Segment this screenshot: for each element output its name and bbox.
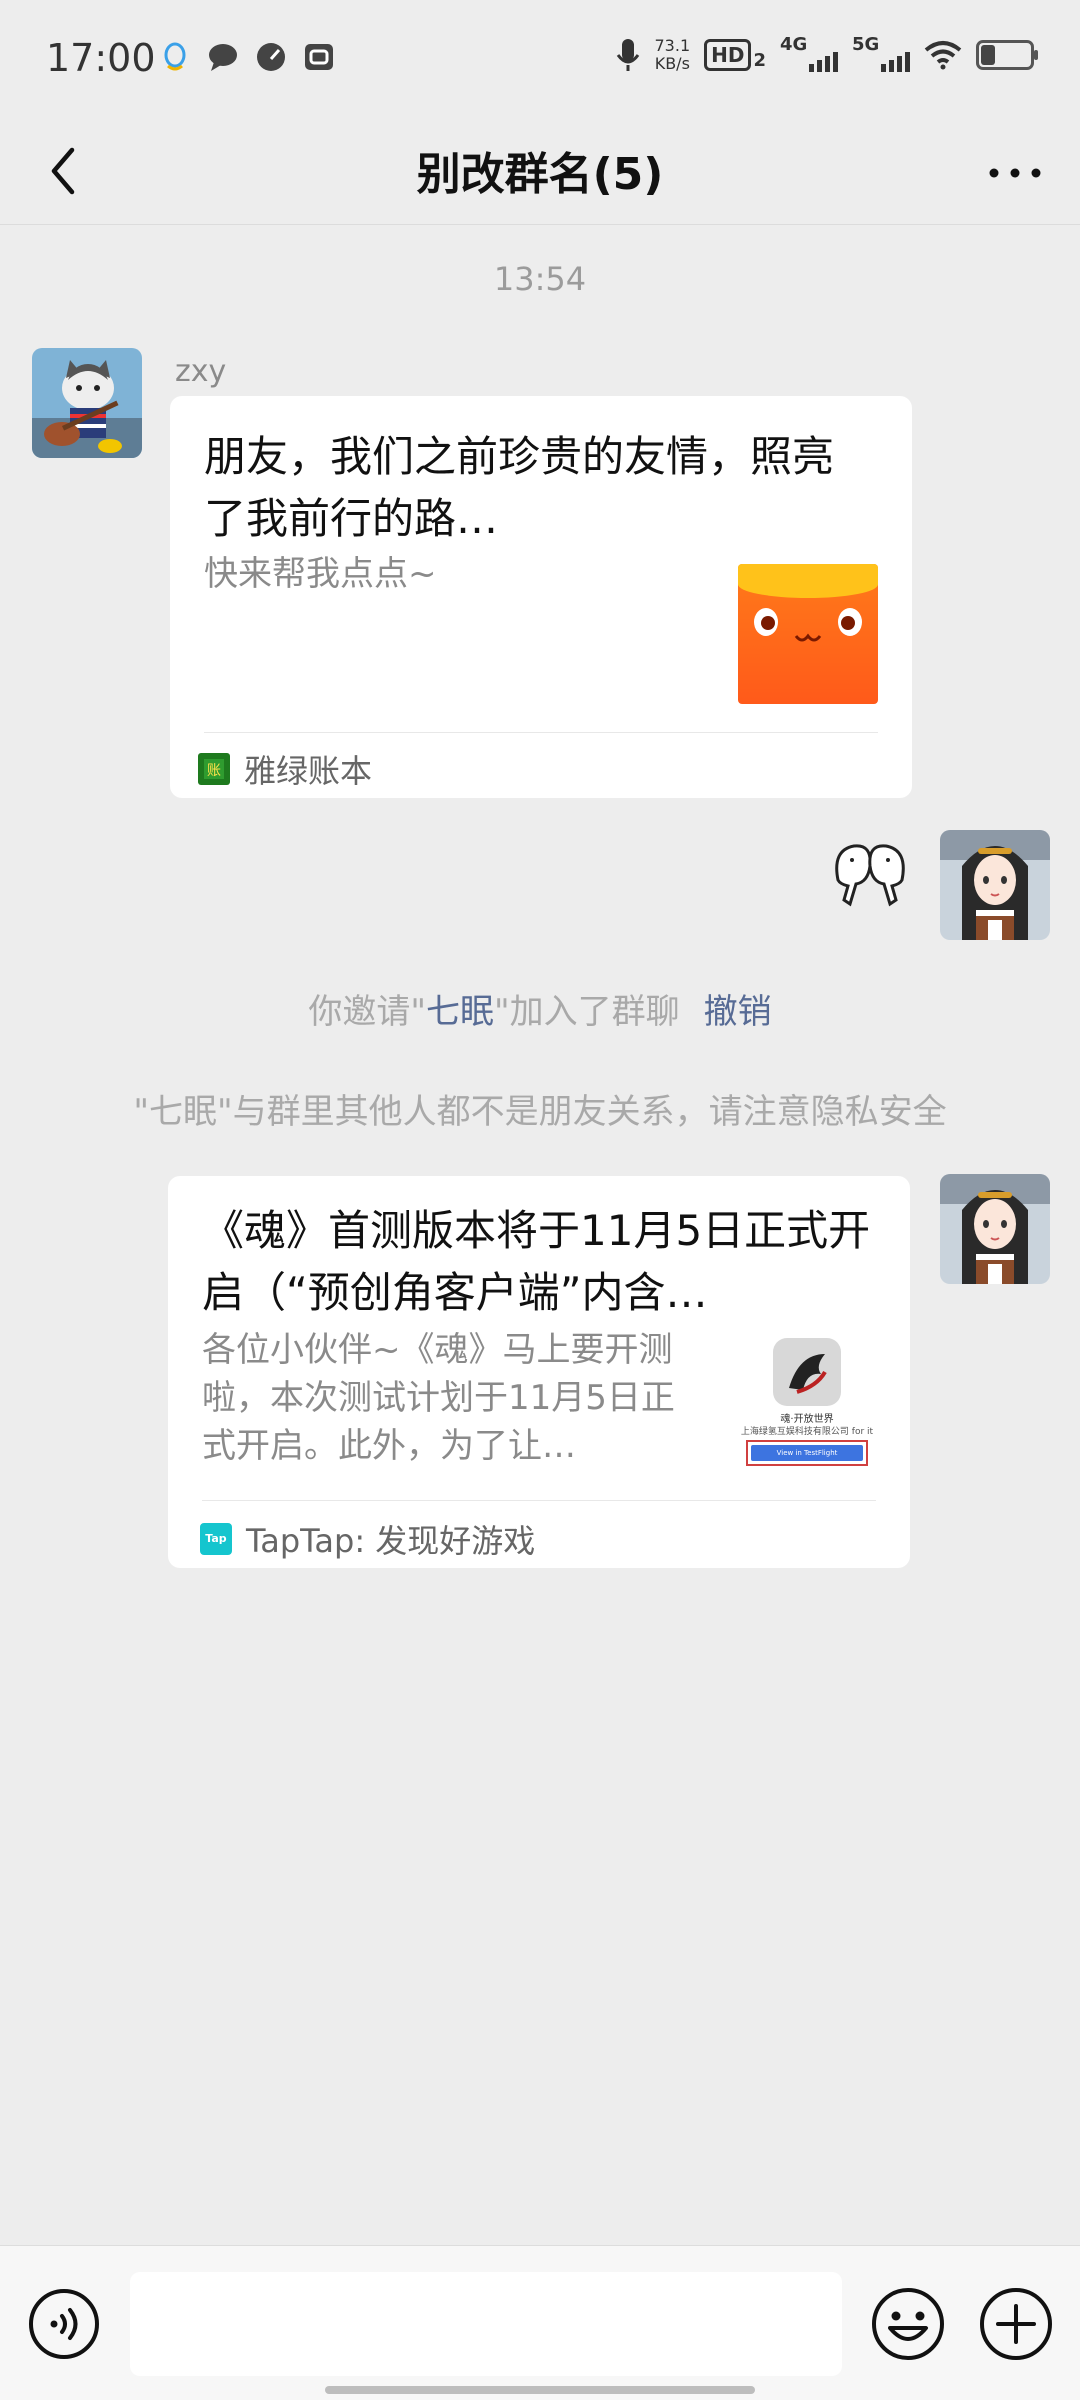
network-speed: 73.1 KB/s	[655, 37, 691, 73]
qq-icon	[164, 42, 186, 71]
smiley-face-icon	[754, 608, 862, 642]
mic-icon	[616, 39, 639, 71]
speed-value: 73.1	[654, 36, 691, 55]
thumb-caption-company: 上海绿氢互娱科技有限公司 for it	[740, 1427, 874, 1437]
speedometer-icon	[257, 43, 285, 71]
status-bar: 17:00 73.1 KB/s HD 2 4G 5G	[0, 0, 1080, 120]
message-input[interactable]	[130, 2272, 842, 2376]
card-source: Tap TapTap: 发现好游戏	[200, 1516, 535, 1562]
home-indicator[interactable]	[325, 2386, 755, 2394]
emoji-button[interactable]	[870, 2286, 946, 2362]
card-source-label: 雅绿账本	[244, 752, 373, 790]
notification-icons	[158, 40, 336, 74]
status-time: 17:00	[46, 36, 156, 80]
green-ledger-app-icon: 账	[198, 753, 230, 785]
avatar-zxy[interactable]	[32, 348, 142, 458]
speed-unit: KB/s	[654, 54, 690, 73]
signal-5g-label: 5G	[852, 34, 880, 55]
avatar-self[interactable]	[940, 830, 1050, 940]
wifi-icon	[924, 41, 962, 70]
game-app-icon	[773, 1338, 841, 1406]
signal-4g: 4G	[780, 34, 838, 74]
camera-app-icon	[305, 44, 333, 70]
thumb-caption-title: 魂·开放世界	[780, 1414, 834, 1425]
system-privacy-warning: "七眠"与群里其他人都不是朋友关系，请注意隐私安全	[133, 1092, 947, 1132]
cat-with-guitar-avatar-icon	[32, 348, 142, 458]
status-right: 73.1 KB/s HD 2 4G 5G	[615, 34, 1038, 74]
chat-bubble-icon	[209, 44, 237, 71]
battery-icon	[976, 40, 1038, 70]
card-divider	[204, 732, 878, 733]
shared-link-card-1[interactable]: 朋友，我们之前珍贵的友情，照亮了我前行的路… 快来帮我点点~ 账 雅绿账本	[170, 396, 912, 798]
taptap-logo-icon: Tap	[200, 1523, 232, 1555]
signal-5g: 5G	[852, 34, 910, 74]
sender-name: zxy	[175, 354, 227, 389]
card-title: 朋友，我们之前珍贵的友情，照亮了我前行的路…	[204, 432, 835, 543]
card-description: 各位小伙伴~《魂》马上要开测啦，本次测试计划于11月5日正式开启。此外，为了让…	[202, 1330, 675, 1466]
high-five-sticker-icon[interactable]	[828, 836, 912, 916]
chat-title: 别改群名(5)	[416, 149, 664, 200]
more-options-button[interactable]	[980, 138, 1050, 208]
thumb-testflight-button: View in TestFlight	[746, 1440, 868, 1466]
card-description: 快来帮我点点~	[204, 554, 437, 594]
chat-input-bar	[0, 2245, 1080, 2400]
card-source-label: TapTap: 发现好游戏	[246, 1522, 536, 1560]
invite-suffix: "加入了群聊	[494, 992, 680, 1032]
avatar-self[interactable]	[940, 1174, 1050, 1284]
card-thumbnail: 魂·开放世界 上海绿氢互娱科技有限公司 for it View in TestF…	[734, 1334, 880, 1468]
invite-prefix: 你邀请"	[308, 992, 426, 1032]
anime-girl-avatar-icon	[940, 830, 1050, 940]
card-source: 账 雅绿账本	[198, 746, 372, 792]
hd-sub: 2	[753, 50, 766, 71]
hd-label: HD	[704, 39, 752, 71]
card-divider	[202, 1500, 876, 1501]
chat-header: 别改群名(5)	[0, 120, 1080, 225]
hd-badge: HD 2	[704, 39, 766, 71]
system-invite-message: 你邀请"七眠"加入了群聊 撤销	[0, 984, 1080, 1033]
card-thumbnail	[738, 564, 878, 704]
signal-4g-label: 4G	[780, 34, 808, 55]
chat-screen: 17:00 73.1 KB/s HD 2 4G 5G 别改群名(5) 13:54…	[0, 0, 1080, 2400]
thumb-testflight-label: View in TestFlight	[751, 1445, 863, 1461]
svg-text:账: 账	[207, 763, 221, 779]
card-title: 《魂》首测版本将于11月5日正式开启（“预创角客户端”内含…	[202, 1206, 871, 1317]
invitee-name-link[interactable]: 七眠	[426, 992, 494, 1032]
message-timestamp: 13:54	[493, 260, 587, 298]
more-functions-button[interactable]	[978, 2286, 1054, 2362]
voice-input-button[interactable]	[28, 2288, 100, 2360]
undo-invite-link[interactable]: 撤销	[704, 992, 772, 1032]
anime-girl-avatar-icon	[940, 1174, 1050, 1284]
shared-link-card-2[interactable]: 《魂》首测版本将于11月5日正式开启（“预创角客户端”内含… 各位小伙伴~《魂》…	[168, 1176, 910, 1568]
